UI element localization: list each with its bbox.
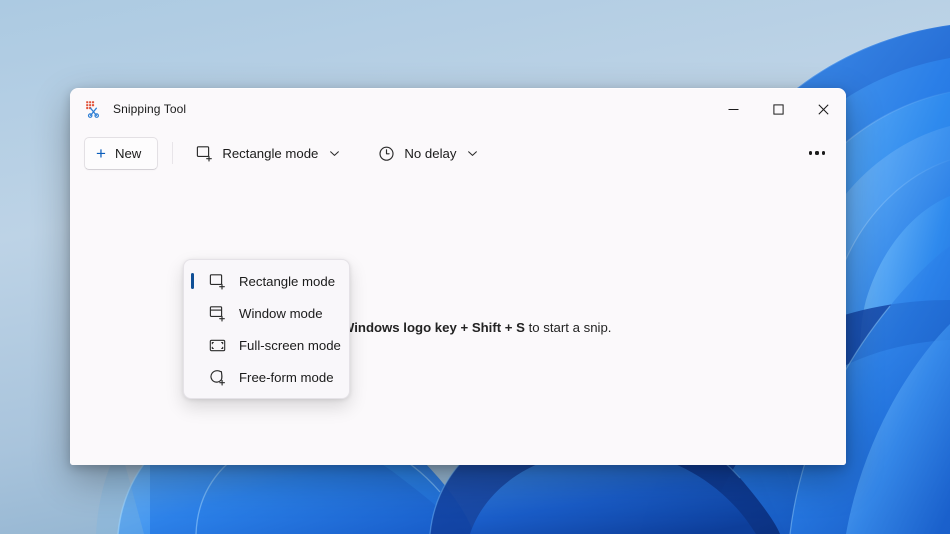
menu-item-label: Full-screen mode bbox=[239, 338, 341, 353]
delay-button[interactable]: No delay bbox=[368, 137, 488, 169]
minimize-icon bbox=[728, 104, 739, 115]
see-more-button[interactable] bbox=[800, 137, 834, 169]
maximize-button[interactable] bbox=[756, 89, 801, 129]
ellipsis-icon bbox=[809, 151, 812, 154]
menu-item-window-mode[interactable]: Window mode bbox=[188, 298, 345, 328]
selection-indicator bbox=[191, 273, 194, 289]
window-title: Snipping Tool bbox=[113, 102, 186, 116]
window-snip-icon bbox=[209, 305, 226, 322]
close-icon bbox=[818, 104, 829, 115]
chevron-down-icon bbox=[329, 148, 340, 159]
snipping-tool-window: Snipping Tool bbox=[70, 88, 846, 465]
window-controls bbox=[711, 89, 846, 129]
snipping-tool-icon bbox=[83, 100, 101, 118]
toolbar: + New Rectangle mode bbox=[70, 129, 846, 177]
new-snip-label: New bbox=[115, 146, 141, 161]
freeform-snip-icon bbox=[209, 369, 226, 386]
menu-item-fullscreen-mode[interactable]: Full-screen mode bbox=[188, 330, 345, 360]
rectangle-snip-icon bbox=[209, 273, 226, 290]
chevron-down-icon bbox=[467, 148, 478, 159]
desktop: Snipping Tool bbox=[0, 0, 950, 534]
fullscreen-snip-icon bbox=[209, 337, 226, 354]
menu-item-freeform-mode[interactable]: Free-form mode bbox=[188, 362, 345, 392]
clock-icon bbox=[378, 145, 395, 162]
ellipsis-icon bbox=[822, 151, 825, 154]
snip-canvas-area: Rectangle mode Window mode bbox=[70, 177, 846, 465]
snip-mode-button[interactable]: Rectangle mode bbox=[186, 137, 350, 169]
toolbar-divider bbox=[172, 142, 173, 164]
snip-mode-label: Rectangle mode bbox=[222, 146, 318, 161]
menu-item-label: Window mode bbox=[239, 306, 323, 321]
window-titlebar[interactable]: Snipping Tool bbox=[70, 89, 846, 129]
hint-shortcut: Windows logo key + Shift + S bbox=[342, 320, 525, 335]
hint-suffix: to start a snip. bbox=[525, 320, 612, 335]
close-button[interactable] bbox=[801, 89, 846, 129]
maximize-icon bbox=[773, 104, 784, 115]
plus-icon: + bbox=[96, 145, 106, 162]
ellipsis-icon bbox=[815, 151, 818, 154]
menu-item-label: Free-form mode bbox=[239, 370, 334, 385]
snip-mode-menu: Rectangle mode Window mode bbox=[183, 259, 350, 399]
menu-item-label: Rectangle mode bbox=[239, 274, 335, 289]
rectangle-snip-icon bbox=[196, 145, 213, 162]
menu-item-rectangle-mode[interactable]: Rectangle mode bbox=[188, 266, 345, 296]
new-snip-button[interactable]: + New bbox=[84, 137, 158, 170]
delay-label: No delay bbox=[404, 146, 456, 161]
minimize-button[interactable] bbox=[711, 89, 756, 129]
